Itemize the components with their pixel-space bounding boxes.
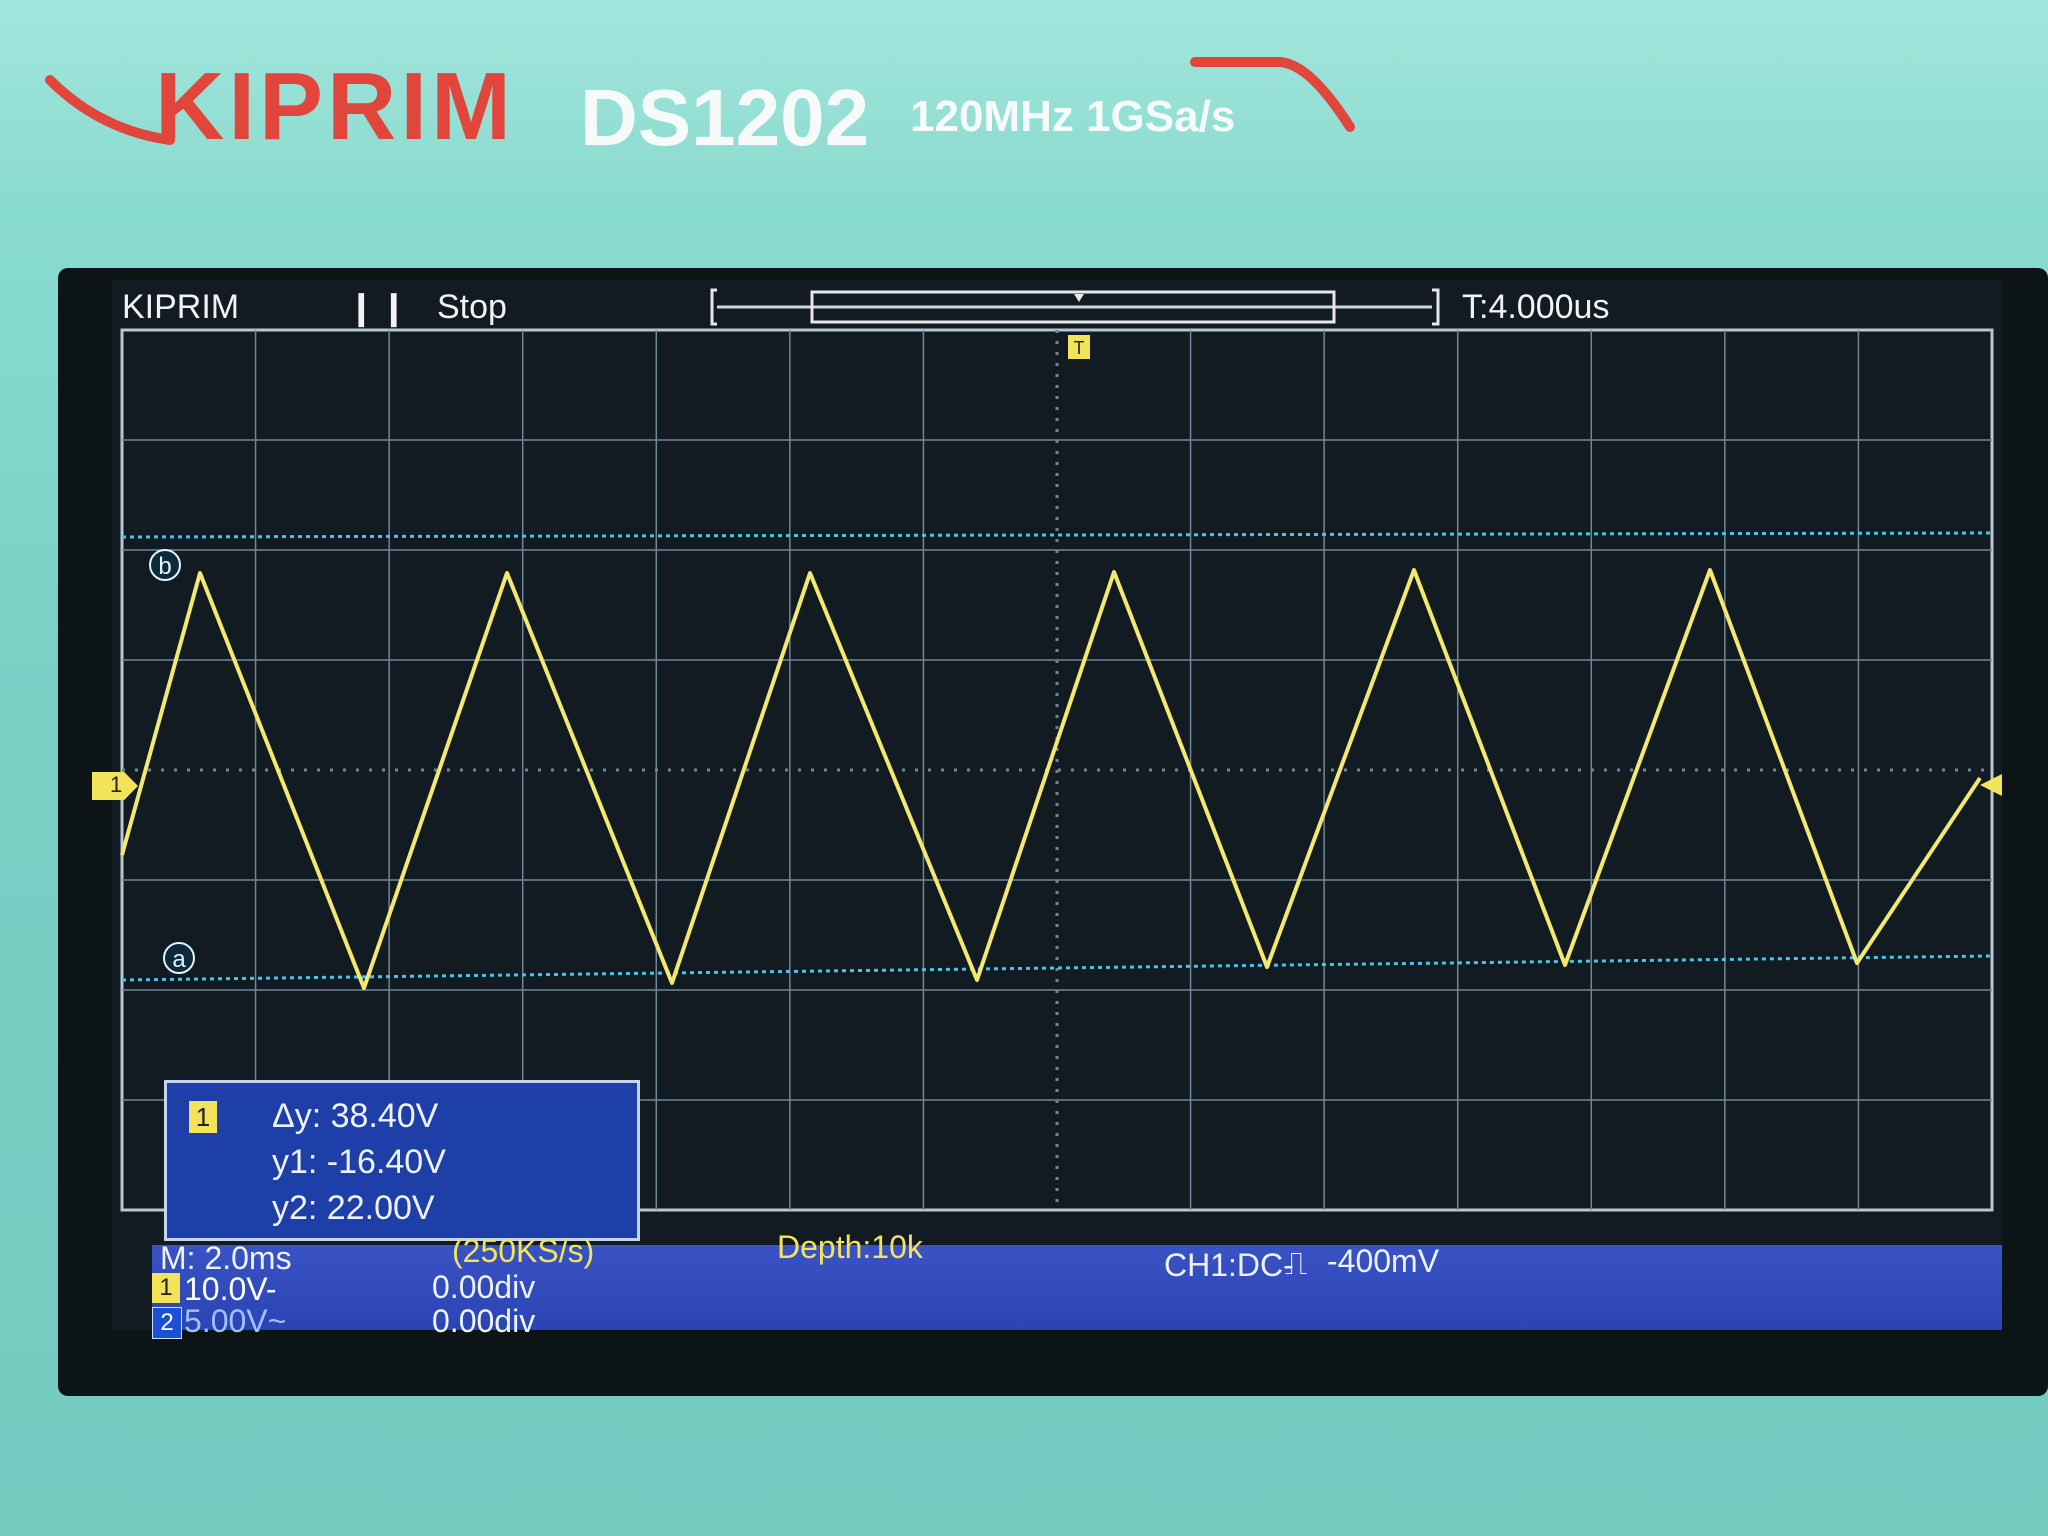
- cursor-a-label: a: [172, 946, 186, 973]
- spec-label: 120MHz 1GSa/s: [910, 92, 1236, 141]
- ch2-badge[interactable]: 2: [152, 1307, 182, 1339]
- ch1-marker-label: 1: [110, 772, 123, 797]
- ch2-scale: 5.00V~: [184, 1303, 287, 1339]
- memory-overview-bar[interactable]: [710, 288, 1440, 326]
- trigger-level: -400mV: [1327, 1243, 1440, 1279]
- ch1-badge[interactable]: 1: [152, 1273, 180, 1303]
- trigger-source: CH1:DC-: [1164, 1247, 1294, 1283]
- trigger-position-icon[interactable]: T: [1068, 335, 1090, 359]
- model-label: DS1202: [580, 73, 870, 162]
- measurement-y1: y1: -16.40V: [272, 1143, 446, 1181]
- sample-rate: (250KS/s): [452, 1233, 595, 1269]
- brand-swoosh-right: [1190, 57, 1355, 132]
- measurement-delta-y: Δy: 38.40V: [272, 1097, 439, 1135]
- ch2-offset: 0.00div: [432, 1303, 536, 1339]
- ch1-offset: 0.00div: [432, 1269, 536, 1305]
- memory-depth: Depth:10k: [777, 1229, 923, 1265]
- rising-edge-icon: ⎍: [1285, 1245, 1308, 1281]
- measurement-channel-badge: 1: [189, 1101, 217, 1133]
- brand-logo: KIPRIM: [155, 53, 515, 160]
- measurement-y2: y2: 22.00V: [272, 1189, 435, 1227]
- ch1-trace: [120, 568, 1982, 990]
- svg-text:T: T: [1074, 338, 1085, 358]
- cursor-measurement-panel: 1 Δy: 38.40V y1: -16.40V y2: 22.00V: [164, 1080, 640, 1241]
- graticule: [120, 328, 1994, 1212]
- cursor-b-label: b: [158, 553, 171, 580]
- oscilloscope-screen: KIPRIM ❙❙ Stop T:4.000us b a T 1 1 Δy: 3…: [92, 280, 2002, 1339]
- cursor-b-line[interactable]: [121, 531, 1993, 539]
- bottom-info-bar: M: 2.0ms (250KS/s) Depth:10k CH1:DC- ⎍ -…: [152, 1229, 2002, 1339]
